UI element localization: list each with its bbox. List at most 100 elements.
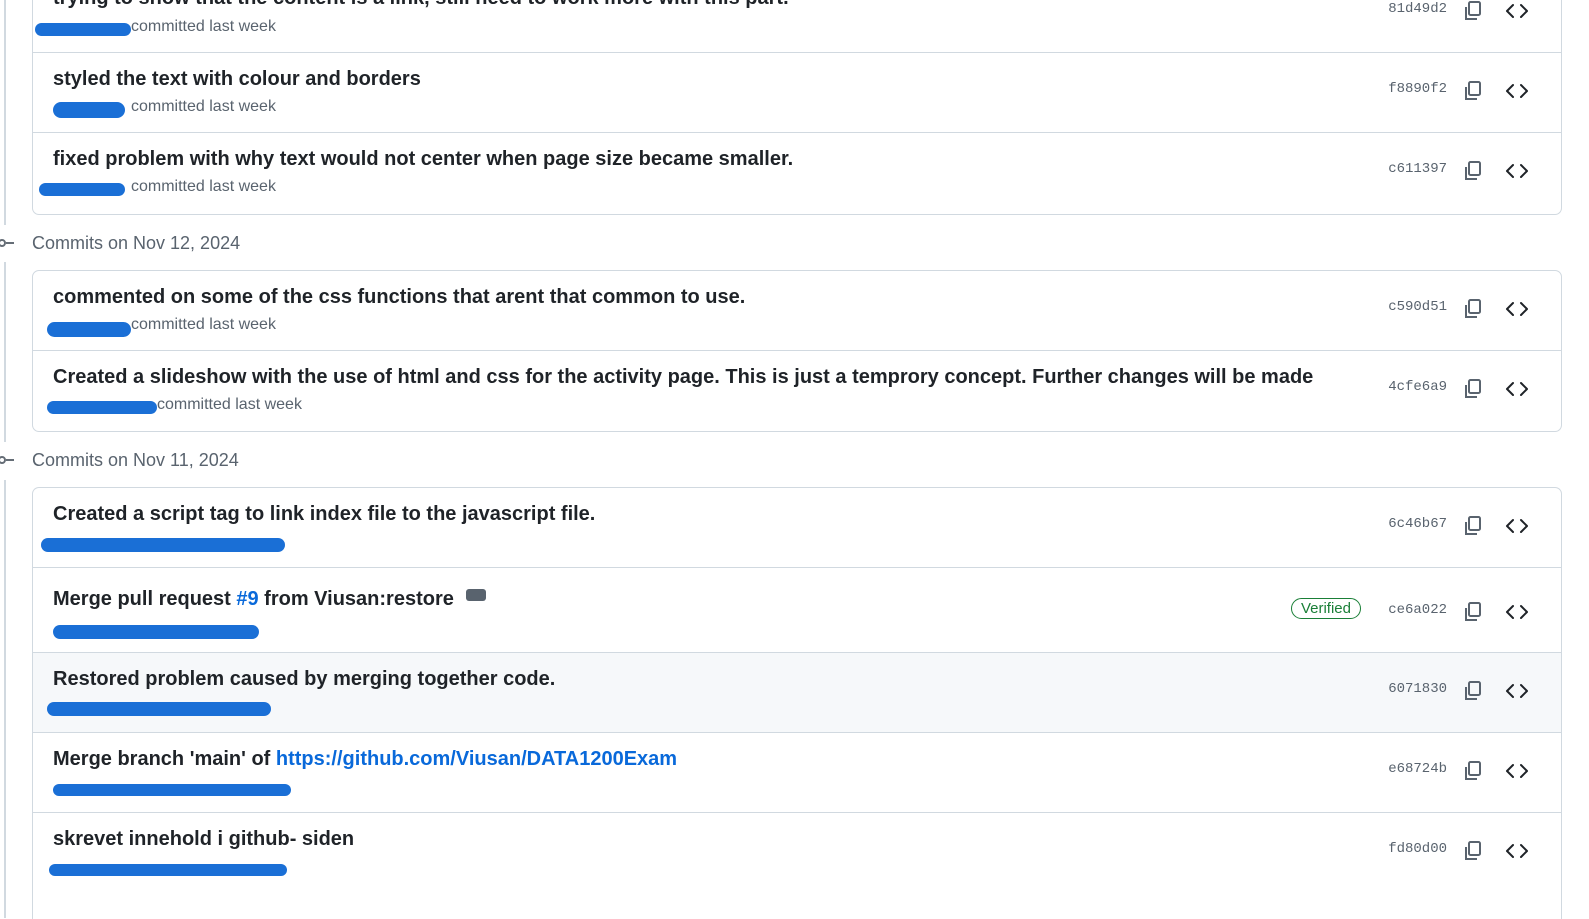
redaction-mark — [47, 401, 157, 414]
copy-sha-button[interactable] — [1459, 77, 1487, 105]
commit-sha[interactable]: e68724b — [1388, 761, 1447, 777]
commit-sha[interactable]: 81d49d2 — [1388, 1, 1447, 17]
copy-icon — [1465, 516, 1481, 535]
browse-repo-button[interactable] — [1503, 375, 1531, 403]
copy-sha-button[interactable] — [1459, 512, 1487, 540]
commit-sha[interactable]: ce6a022 — [1388, 602, 1447, 618]
copy-icon — [1465, 841, 1481, 860]
timeline-line — [4, 480, 6, 918]
code-icon — [1506, 4, 1528, 18]
pull-request-link[interactable]: #9 — [236, 588, 258, 610]
browse-repo-button[interactable] — [1503, 757, 1531, 785]
browse-repo-button[interactable] — [1503, 837, 1531, 865]
copy-sha-button[interactable] — [1459, 677, 1487, 705]
commit-title[interactable]: Restored problem caused by merging toget… — [53, 668, 555, 691]
commit-title[interactable]: Merge pull request #9 from Viusan:restor… — [53, 580, 486, 611]
code-icon — [1506, 684, 1528, 698]
redaction-mark — [39, 183, 125, 196]
commit-row: skrevet innehold i github- siden fd80d00 — [33, 813, 1561, 893]
browse-repo-button[interactable] — [1503, 77, 1531, 105]
commit-title-text: Merge pull request — [53, 588, 237, 610]
commit-title-text: from Viusan:restore — [258, 588, 454, 610]
browse-repo-button[interactable] — [1503, 0, 1531, 25]
copy-icon — [1465, 761, 1481, 780]
commit-meta: committed last week — [47, 396, 302, 418]
commit-title[interactable]: commented on some of the css functions t… — [53, 286, 745, 309]
browse-repo-button[interactable] — [1503, 157, 1531, 185]
redaction-mark — [49, 864, 287, 876]
browse-repo-button[interactable] — [1503, 598, 1531, 626]
timeline-line — [4, 262, 6, 442]
browse-repo-button[interactable] — [1503, 512, 1531, 540]
commit-row: trying to show that the content is a lin… — [33, 0, 1561, 53]
commit-node-icon — [0, 239, 14, 247]
copy-sha-button[interactable] — [1459, 837, 1487, 865]
browse-repo-button[interactable] — [1503, 677, 1531, 705]
commit-title[interactable]: skrevet innehold i github- siden — [53, 828, 354, 851]
code-icon — [1506, 605, 1528, 619]
commit-sha[interactable]: fd80d00 — [1388, 841, 1447, 857]
redaction-mark — [41, 538, 285, 552]
expand-message-button[interactable] — [465, 580, 486, 601]
redaction-mark — [35, 23, 131, 36]
commit-group-date: Commits on Nov 11, 2024 — [32, 449, 239, 470]
commit-meta: committed last week — [35, 18, 276, 40]
code-icon — [1506, 844, 1528, 858]
commit-row: styled the text with colour and borders … — [33, 53, 1561, 133]
commit-title[interactable]: Merge branch 'main' of https://github.co… — [53, 748, 677, 771]
redaction-mark — [53, 784, 291, 796]
commit-row: commented on some of the css functions t… — [33, 271, 1561, 351]
redaction-mark — [53, 102, 125, 118]
commit-sha[interactable]: c611397 — [1388, 161, 1447, 177]
redaction-mark — [47, 702, 271, 716]
timeline-line — [4, 0, 6, 225]
commit-title[interactable]: fixed problem with why text would not ce… — [53, 148, 793, 171]
copy-icon — [1465, 379, 1481, 398]
repository-link[interactable]: https://github.com/Viusan/DATA1200Exam — [276, 748, 677, 770]
copy-icon — [1465, 299, 1481, 318]
commit-row: Created a slideshow with the use of html… — [33, 351, 1561, 431]
commit-group-date: Commits on Nov 12, 2024 — [32, 232, 241, 253]
redaction-mark — [47, 322, 131, 337]
commit-row: fixed problem with why text would not ce… — [33, 133, 1561, 213]
commit-title[interactable]: trying to show that the content is a lin… — [53, 0, 789, 10]
copy-icon — [1465, 161, 1481, 180]
commit-sha[interactable]: f8890f2 — [1388, 81, 1447, 97]
verified-badge[interactable]: Verified — [1290, 598, 1361, 619]
commit-row: Restored problem caused by merging toget… — [33, 653, 1561, 733]
commit-sha[interactable]: 6071830 — [1388, 681, 1447, 697]
commit-title[interactable]: styled the text with colour and borders — [53, 68, 421, 91]
copy-sha-button[interactable] — [1459, 295, 1487, 323]
commit-title[interactable]: Created a script tag to link index file … — [53, 503, 595, 526]
copy-icon — [1465, 602, 1481, 621]
code-icon — [1506, 519, 1528, 533]
commit-group-box: Created a script tag to link index file … — [32, 487, 1562, 919]
commit-group-box: trying to show that the content is a lin… — [32, 0, 1562, 215]
copy-icon — [1465, 1, 1481, 20]
commit-row: Merge pull request #9 from Viusan:restor… — [33, 568, 1561, 653]
commit-meta: committed last week — [53, 98, 276, 120]
copy-sha-button[interactable] — [1459, 0, 1487, 25]
copy-sha-button[interactable] — [1459, 757, 1487, 785]
commit-sha[interactable]: 4cfe6a9 — [1388, 379, 1447, 395]
copy-sha-button[interactable] — [1459, 157, 1487, 185]
code-icon — [1506, 164, 1528, 178]
commit-meta: committed last week — [39, 178, 276, 200]
code-icon — [1506, 84, 1528, 98]
code-icon — [1506, 382, 1528, 396]
browse-repo-button[interactable] — [1503, 295, 1531, 323]
copy-sha-button[interactable] — [1459, 598, 1487, 626]
commit-sha[interactable]: 6c46b67 — [1388, 516, 1447, 532]
copy-icon — [1465, 81, 1481, 100]
commit-sha[interactable]: c590d51 — [1388, 299, 1447, 315]
commit-node-icon — [0, 456, 14, 464]
commit-title[interactable]: Created a slideshow with the use of html… — [53, 366, 1313, 389]
commit-row: Created a script tag to link index file … — [33, 488, 1561, 568]
commit-row: Merge branch 'main' of https://github.co… — [33, 733, 1561, 813]
copy-sha-button[interactable] — [1459, 375, 1487, 403]
commit-group-box: commented on some of the css functions t… — [32, 270, 1562, 432]
redaction-mark — [53, 625, 259, 639]
commit-meta: committed last week — [47, 316, 276, 338]
commit-title-text: Merge branch 'main' of — [53, 748, 276, 770]
code-icon — [1506, 302, 1528, 316]
